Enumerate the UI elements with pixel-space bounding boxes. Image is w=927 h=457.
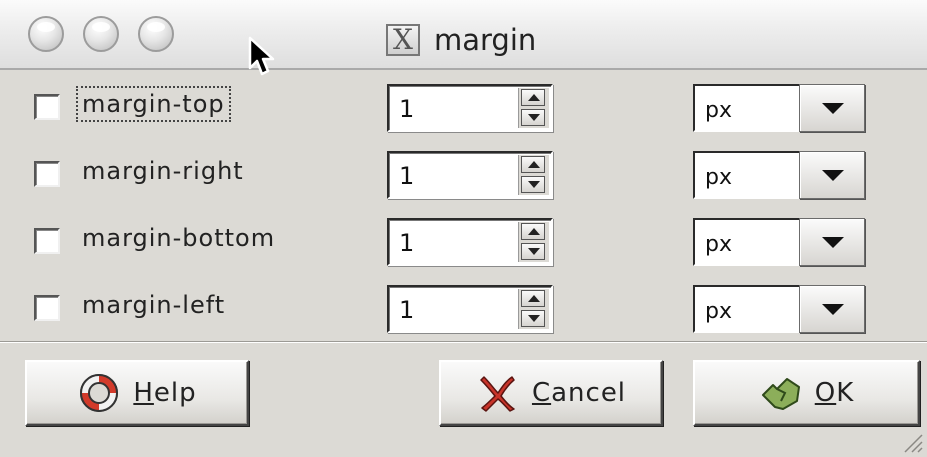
minimize-window-button[interactable] <box>83 16 119 52</box>
window-title-group: X margin <box>386 22 536 58</box>
cancel-button-label: Cancel <box>531 378 627 408</box>
dropdown-arrow-icon[interactable] <box>799 84 865 132</box>
margin-bottom-label[interactable]: margin-bottom <box>82 224 275 252</box>
margin-top-value[interactable]: 1 <box>399 95 414 123</box>
margin-left-unit-select[interactable]: px <box>693 285 865 333</box>
margin-right-checkbox[interactable] <box>34 161 60 187</box>
zoom-window-button[interactable] <box>138 16 174 52</box>
help-button[interactable]: Help <box>25 360 249 426</box>
margin-top-unit-select[interactable]: px <box>693 84 865 132</box>
margin-left-unit: px <box>705 299 732 324</box>
margin-bottom-checkbox[interactable] <box>34 228 60 254</box>
spin-buttons <box>518 222 549 262</box>
mouse-pointer-icon <box>248 36 275 76</box>
margin-left-spinbox[interactable]: 1 <box>387 285 553 333</box>
margin-top-checkbox[interactable] <box>34 94 60 120</box>
x11-app-icon: X <box>386 24 420 56</box>
margin-right-label[interactable]: margin-right <box>82 157 244 185</box>
help-button-label: Help <box>133 378 197 408</box>
margin-left-row: margin-left 1 px <box>0 281 927 337</box>
cancel-button[interactable]: Cancel <box>439 360 663 426</box>
dropdown-arrow-icon[interactable] <box>799 218 865 266</box>
margin-right-row: margin-right 1 px <box>0 147 927 203</box>
margin-bottom-unit-select[interactable]: px <box>693 218 865 266</box>
margin-right-unit-select[interactable]: px <box>693 151 865 199</box>
dropdown-arrow-icon[interactable] <box>799 151 865 199</box>
spin-up-arrow-icon[interactable] <box>521 223 545 240</box>
margin-dialog: X margin margin-top 1 px margin-right 1 … <box>0 0 927 457</box>
margin-top-spinbox[interactable]: 1 <box>387 84 553 132</box>
margin-bottom-spinbox[interactable]: 1 <box>387 218 553 266</box>
unit-field[interactable]: px <box>693 218 799 266</box>
margin-left-checkbox[interactable] <box>34 295 60 321</box>
margin-top-label[interactable]: margin-top <box>76 86 231 122</box>
ok-hand-icon <box>761 378 800 410</box>
margin-right-spinbox[interactable]: 1 <box>387 151 553 199</box>
spin-up-arrow-icon[interactable] <box>521 156 545 173</box>
margin-bottom-value[interactable]: 1 <box>399 229 414 257</box>
ok-button-label: OK <box>814 378 855 408</box>
lifebuoy-icon <box>80 374 119 412</box>
window-title: margin <box>434 23 537 57</box>
spin-down-arrow-icon[interactable] <box>521 109 545 126</box>
resize-grip-icon[interactable] <box>901 431 923 453</box>
margin-right-value[interactable]: 1 <box>399 162 414 190</box>
spin-buttons <box>518 155 549 195</box>
unit-field[interactable]: px <box>693 285 799 333</box>
cancel-x-icon <box>480 376 515 412</box>
dropdown-arrow-icon[interactable] <box>799 285 865 333</box>
spin-up-arrow-icon[interactable] <box>521 290 545 307</box>
margin-top-row: margin-top 1 px <box>0 80 927 136</box>
margin-bottom-row: margin-bottom 1 px <box>0 214 927 270</box>
separator <box>0 341 927 343</box>
spin-down-arrow-icon[interactable] <box>521 243 545 260</box>
margin-left-label[interactable]: margin-left <box>82 291 225 319</box>
spin-down-arrow-icon[interactable] <box>521 176 545 193</box>
margin-bottom-unit: px <box>705 232 732 257</box>
unit-field[interactable]: px <box>693 151 799 199</box>
spin-up-arrow-icon[interactable] <box>521 89 545 106</box>
margin-right-unit: px <box>705 165 732 190</box>
title-bar[interactable]: X margin <box>0 0 927 76</box>
spin-down-arrow-icon[interactable] <box>521 310 545 327</box>
spin-buttons <box>518 88 549 128</box>
unit-field[interactable]: px <box>693 84 799 132</box>
ok-button[interactable]: OK <box>693 360 920 426</box>
margin-top-unit: px <box>705 98 732 123</box>
close-window-button[interactable] <box>28 16 64 52</box>
spin-buttons <box>518 289 549 329</box>
margin-left-value[interactable]: 1 <box>399 296 414 324</box>
